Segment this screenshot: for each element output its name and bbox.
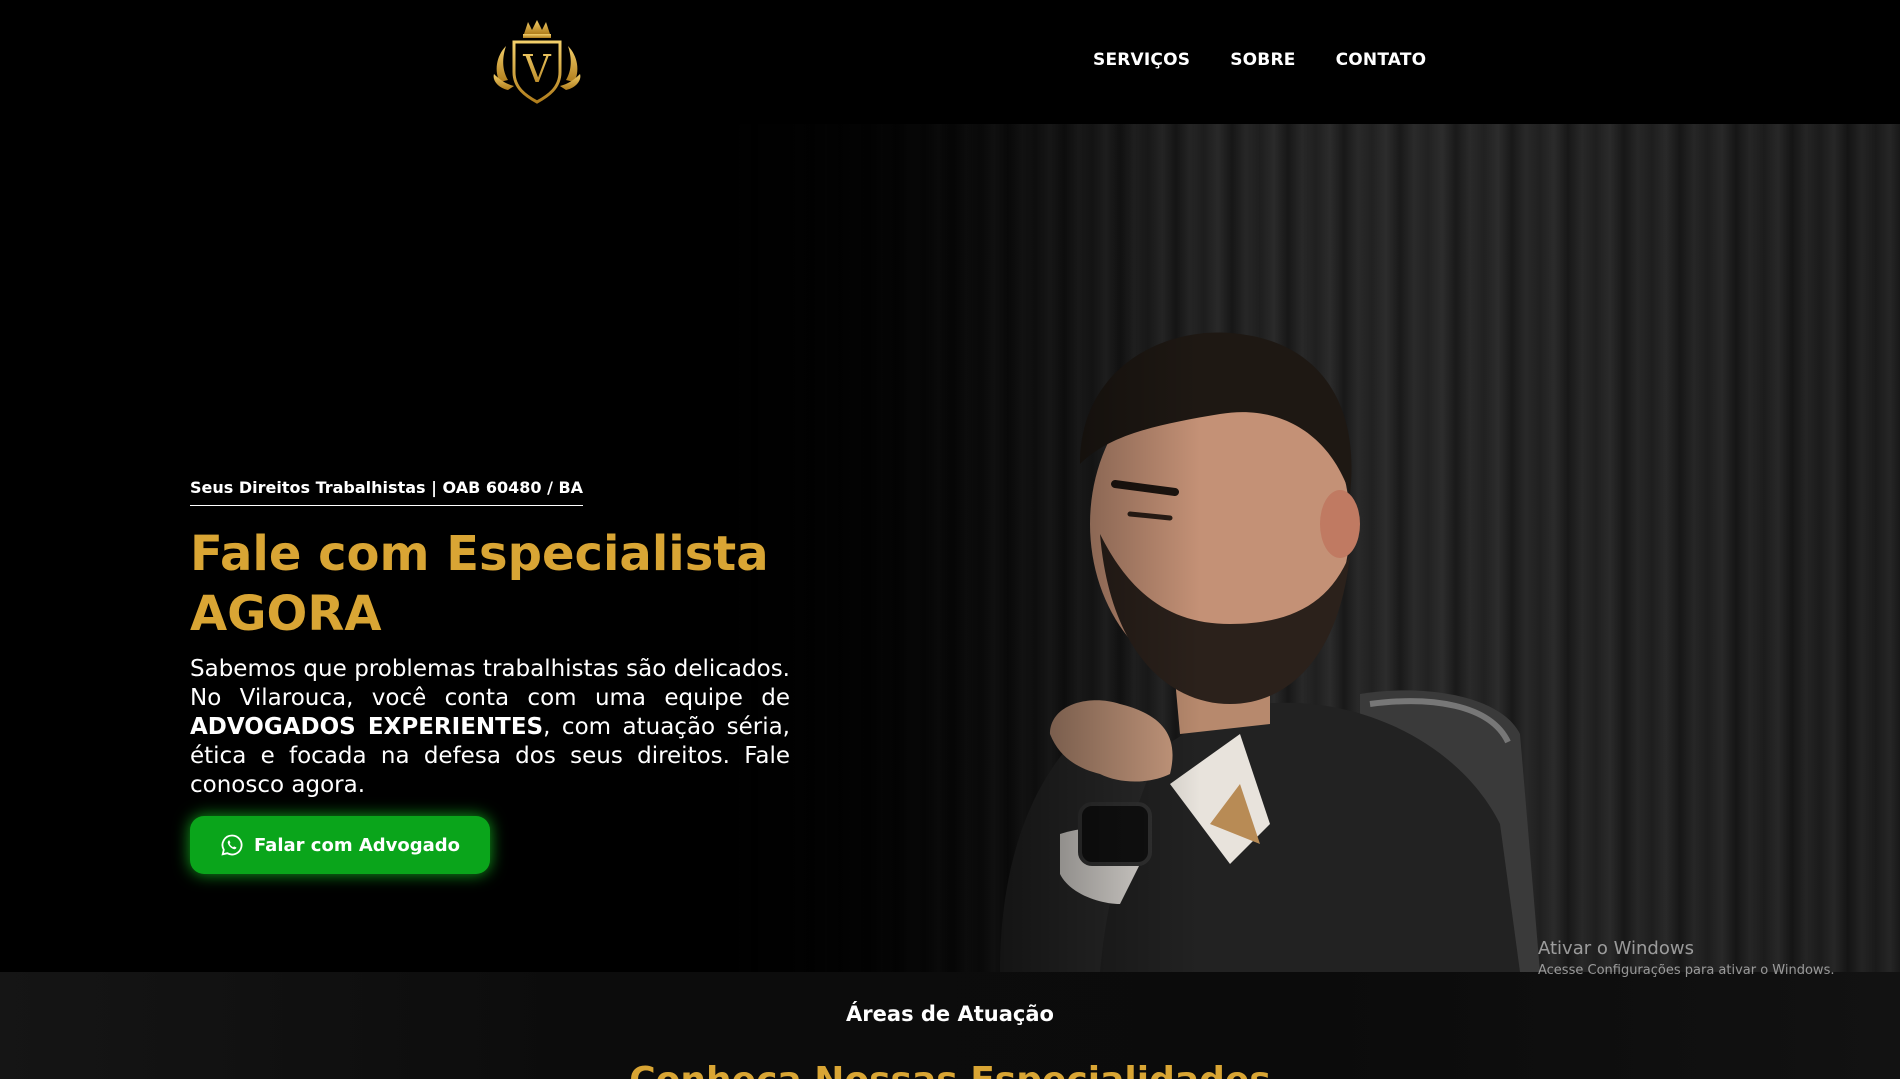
nav-sobre-link[interactable]: SOBRE [1230,50,1295,70]
hero-description-part1: Sabemos que problemas trabalhistas são d… [190,656,790,711]
main-nav: SERVIÇOS SOBRE CONTATO [1093,50,1426,70]
crest-logo-icon[interactable]: V [486,16,588,106]
svg-text:V: V [522,47,551,91]
windows-activation-watermark: Ativar o Windows Acesse Configurações pa… [1538,938,1834,978]
hero-title: Fale com Especialista AGORA [190,526,769,642]
areas-heading: Conheça Nossas Especialidades [0,1060,1900,1079]
nav-servicos-link[interactable]: SERVIÇOS [1093,50,1190,70]
watermark-line1: Ativar o Windows [1538,938,1694,959]
site-header: V SERVIÇOS SOBRE CONTATO [0,0,1900,124]
hero-description: Sabemos que problemas trabalhistas são d… [190,655,790,800]
hero-eyebrow: Seus Direitos Trabalhistas | OAB 60480 /… [190,478,584,506]
nav-contato-link[interactable]: CONTATO [1336,50,1427,70]
hero-section: Seus Direitos Trabalhistas | OAB 60480 /… [0,124,1900,972]
watermark-line2: Acesse Configurações para ativar o Windo… [1538,963,1835,978]
practice-areas-section: Áreas de Atuação Conheça Nossas Especial… [0,972,1900,1079]
talk-to-lawyer-button[interactable]: Falar com Advogado [190,816,490,874]
whatsapp-icon [221,834,243,856]
talk-to-lawyer-label: Falar com Advogado [253,834,461,856]
hero-description-bold: ADVOGADOS EXPERIENTES [190,714,544,740]
areas-label: Áreas de Atuação [846,1002,1054,1026]
